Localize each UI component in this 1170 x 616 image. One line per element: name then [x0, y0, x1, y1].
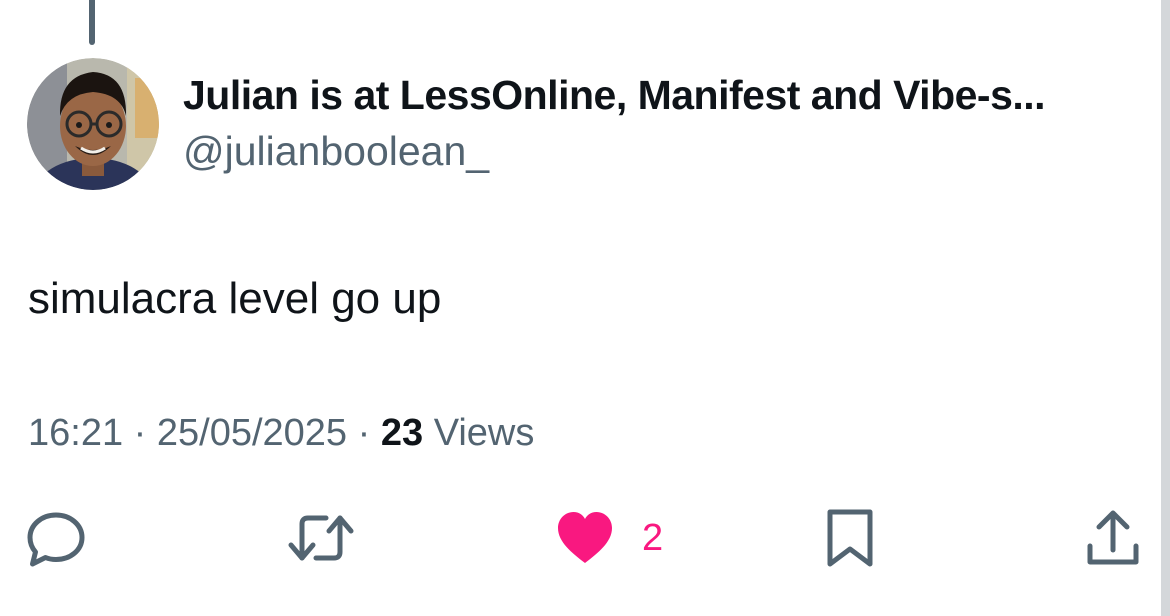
heart-icon [558, 512, 612, 563]
avatar[interactable] [27, 58, 159, 190]
meta-separator: · [133, 412, 147, 454]
speech-bubble-icon [27, 512, 85, 567]
views-count: 23 [380, 412, 424, 454]
author-handle[interactable]: @julianboolean_ [183, 128, 489, 175]
retweet-button[interactable] [288, 508, 354, 568]
tweet-text: simulacra level go up [28, 274, 442, 323]
bookmark-icon [827, 509, 873, 567]
like-button[interactable]: 2 [556, 508, 663, 568]
right-edge-divider [1161, 0, 1170, 616]
like-count: 2 [642, 516, 664, 559]
author-display-name[interactable]: Julian is at LessOnline, Manifest and Vi… [183, 72, 1046, 119]
tweet-time[interactable]: 16:21 [28, 412, 123, 454]
tweet-date[interactable]: 25/05/2025 [157, 412, 347, 454]
tweet-metadata: 16:21 · 25/05/2025 · 23 Views [28, 412, 534, 455]
thread-connector-line [89, 0, 95, 45]
reply-button[interactable] [26, 508, 86, 568]
share-button[interactable] [1086, 508, 1140, 568]
meta-separator: · [357, 412, 371, 454]
share-upload-icon [1087, 510, 1139, 565]
retweet-arrows-icon [288, 515, 354, 561]
bookmark-button[interactable] [826, 508, 874, 568]
views-label: Views [433, 412, 535, 454]
